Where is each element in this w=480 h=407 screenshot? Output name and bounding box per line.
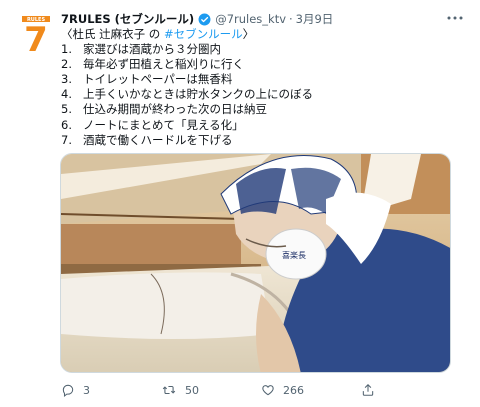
like-button[interactable]: 266 [261,383,361,397]
rule-text: 仕込み期間が終わった次の日は納豆 [83,102,267,117]
rule-item: 7. 酒蔵で働くハードルを下げる [61,133,461,148]
rule-text: 上手くいかなときは貯水タンクの上にのぼる [83,87,313,102]
rule-number: 7. [61,132,72,147]
rule-item: 4. 上手くいかなときは貯水タンクの上にのぼる [61,87,461,102]
share-icon [362,384,374,396]
retweet-count: 50 [185,383,199,397]
rule-item: 2. 毎年必ず田植えと稲刈りに行く [61,57,461,72]
reply-icon [62,384,74,397]
retweet-button[interactable]: 50 [161,383,261,397]
rule-number: 4. [61,87,72,102]
intro-prefix: 〈杜氏 辻麻衣子 の [61,27,164,41]
brand-logo: RULES 7 [22,16,50,53]
share-button[interactable] [361,383,383,397]
rule-number: 5. [61,102,72,117]
mask-text: 喜楽長 [282,250,306,260]
verified-badge-icon [198,13,211,26]
rule-text: トイレットペーパーは無香料 [83,72,233,87]
more-icon[interactable] [444,10,466,26]
author-name[interactable]: 7RULES (セブンルール) [61,11,194,27]
rule-item: 6. ノートにまとめて「見える化」 [61,118,461,133]
rule-text: ノートにまとめて「見える化」 [83,117,244,132]
rule-number: 6. [61,117,72,132]
rule-text: 家選びは酒蔵から３分圏内 [83,42,221,57]
hashtag-link[interactable]: #セブンルール [164,27,243,41]
tweet-date[interactable]: 3月9日 [296,11,334,27]
rule-text: 毎年必ず田植えと稲刈りに行く [83,57,244,72]
author-handle[interactable]: @7rules_ktv [215,12,286,26]
rule-number: 3. [61,72,72,87]
tweet-header: 7RULES (セブンルール) @7rules_ktv · 3月9日 [61,11,440,27]
tweet-photo[interactable]: 喜楽長 [60,153,451,373]
separator-dot: · [289,12,293,26]
avatar[interactable]: RULES 7 [14,9,58,53]
rule-number: 2. [61,57,72,72]
rule-item: 3. トイレットペーパーは無香料 [61,72,461,87]
intro-suffix: 〉 [242,27,255,41]
rule-text: 酒蔵で働くハードルを下げる [83,132,233,147]
reply-button[interactable]: 3 [61,383,161,397]
rule-number: 1. [61,42,72,57]
like-count: 266 [283,383,304,397]
rule-item: 1. 家選びは酒蔵から３分圏内 [61,42,461,57]
tweet-text: 〈杜氏 辻麻衣子 の #セブンルール〉 1. 家選びは酒蔵から３分圏内 2. 毎年必… [61,27,461,148]
rule-item: 5. 仕込み期間が終わった次の日は納豆 [61,102,461,117]
reply-count: 3 [83,383,90,397]
action-bar: 3 50 266 [61,380,461,400]
avatar-number: 7 [24,20,48,53]
intro-line: 〈杜氏 辻麻衣子 の #セブンルール〉 [61,27,461,42]
photo-illustration: 喜楽長 [61,154,450,372]
retweet-icon [162,385,176,395]
like-icon [262,385,274,396]
